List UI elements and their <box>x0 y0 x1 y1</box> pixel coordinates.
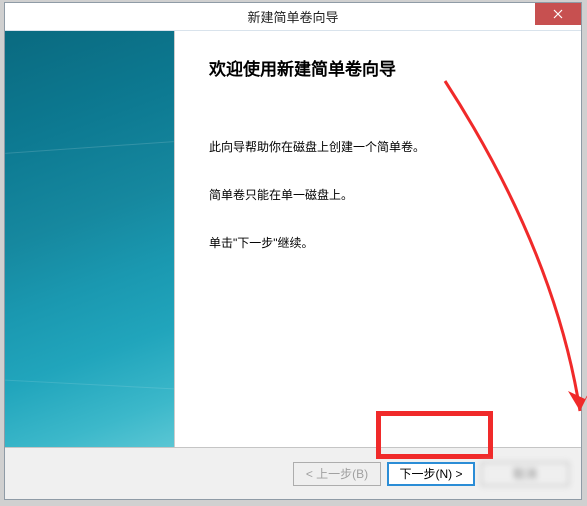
dialog-title: 新建简单卷向导 <box>5 7 581 26</box>
wizard-main-panel: 欢迎使用新建简单卷向导 此向导帮助你在磁盘上创建一个简单卷。 简单卷只能在单一磁… <box>175 31 581 447</box>
back-button: < 上一步(B) <box>293 462 381 486</box>
close-button[interactable] <box>535 3 581 25</box>
titlebar: 新建简单卷向导 <box>5 3 581 31</box>
cancel-button[interactable]: 取消 <box>481 462 569 486</box>
annotation-arrow <box>325 71 587 471</box>
wizard-heading: 欢迎使用新建简单卷向导 <box>209 55 551 80</box>
content-area: 欢迎使用新建简单卷向导 此向导帮助你在磁盘上创建一个简单卷。 简单卷只能在单一磁… <box>5 31 581 447</box>
wizard-side-panel <box>5 31 175 447</box>
next-button[interactable]: 下一步(N) > <box>387 462 475 486</box>
wizard-body-line1: 此向导帮助你在磁盘上创建一个简单卷。 <box>209 138 551 156</box>
wizard-body-line3: 单击"下一步"继续。 <box>209 234 551 252</box>
wizard-body-line2: 简单卷只能在单一磁盘上。 <box>209 186 551 204</box>
wizard-footer: < 上一步(B) 下一步(N) > 取消 <box>5 447 581 499</box>
close-icon <box>553 6 563 22</box>
wizard-dialog: 新建简单卷向导 欢迎使用新建简单卷向导 此向导帮助你在磁盘上创建一个简单卷。 简… <box>4 2 582 500</box>
